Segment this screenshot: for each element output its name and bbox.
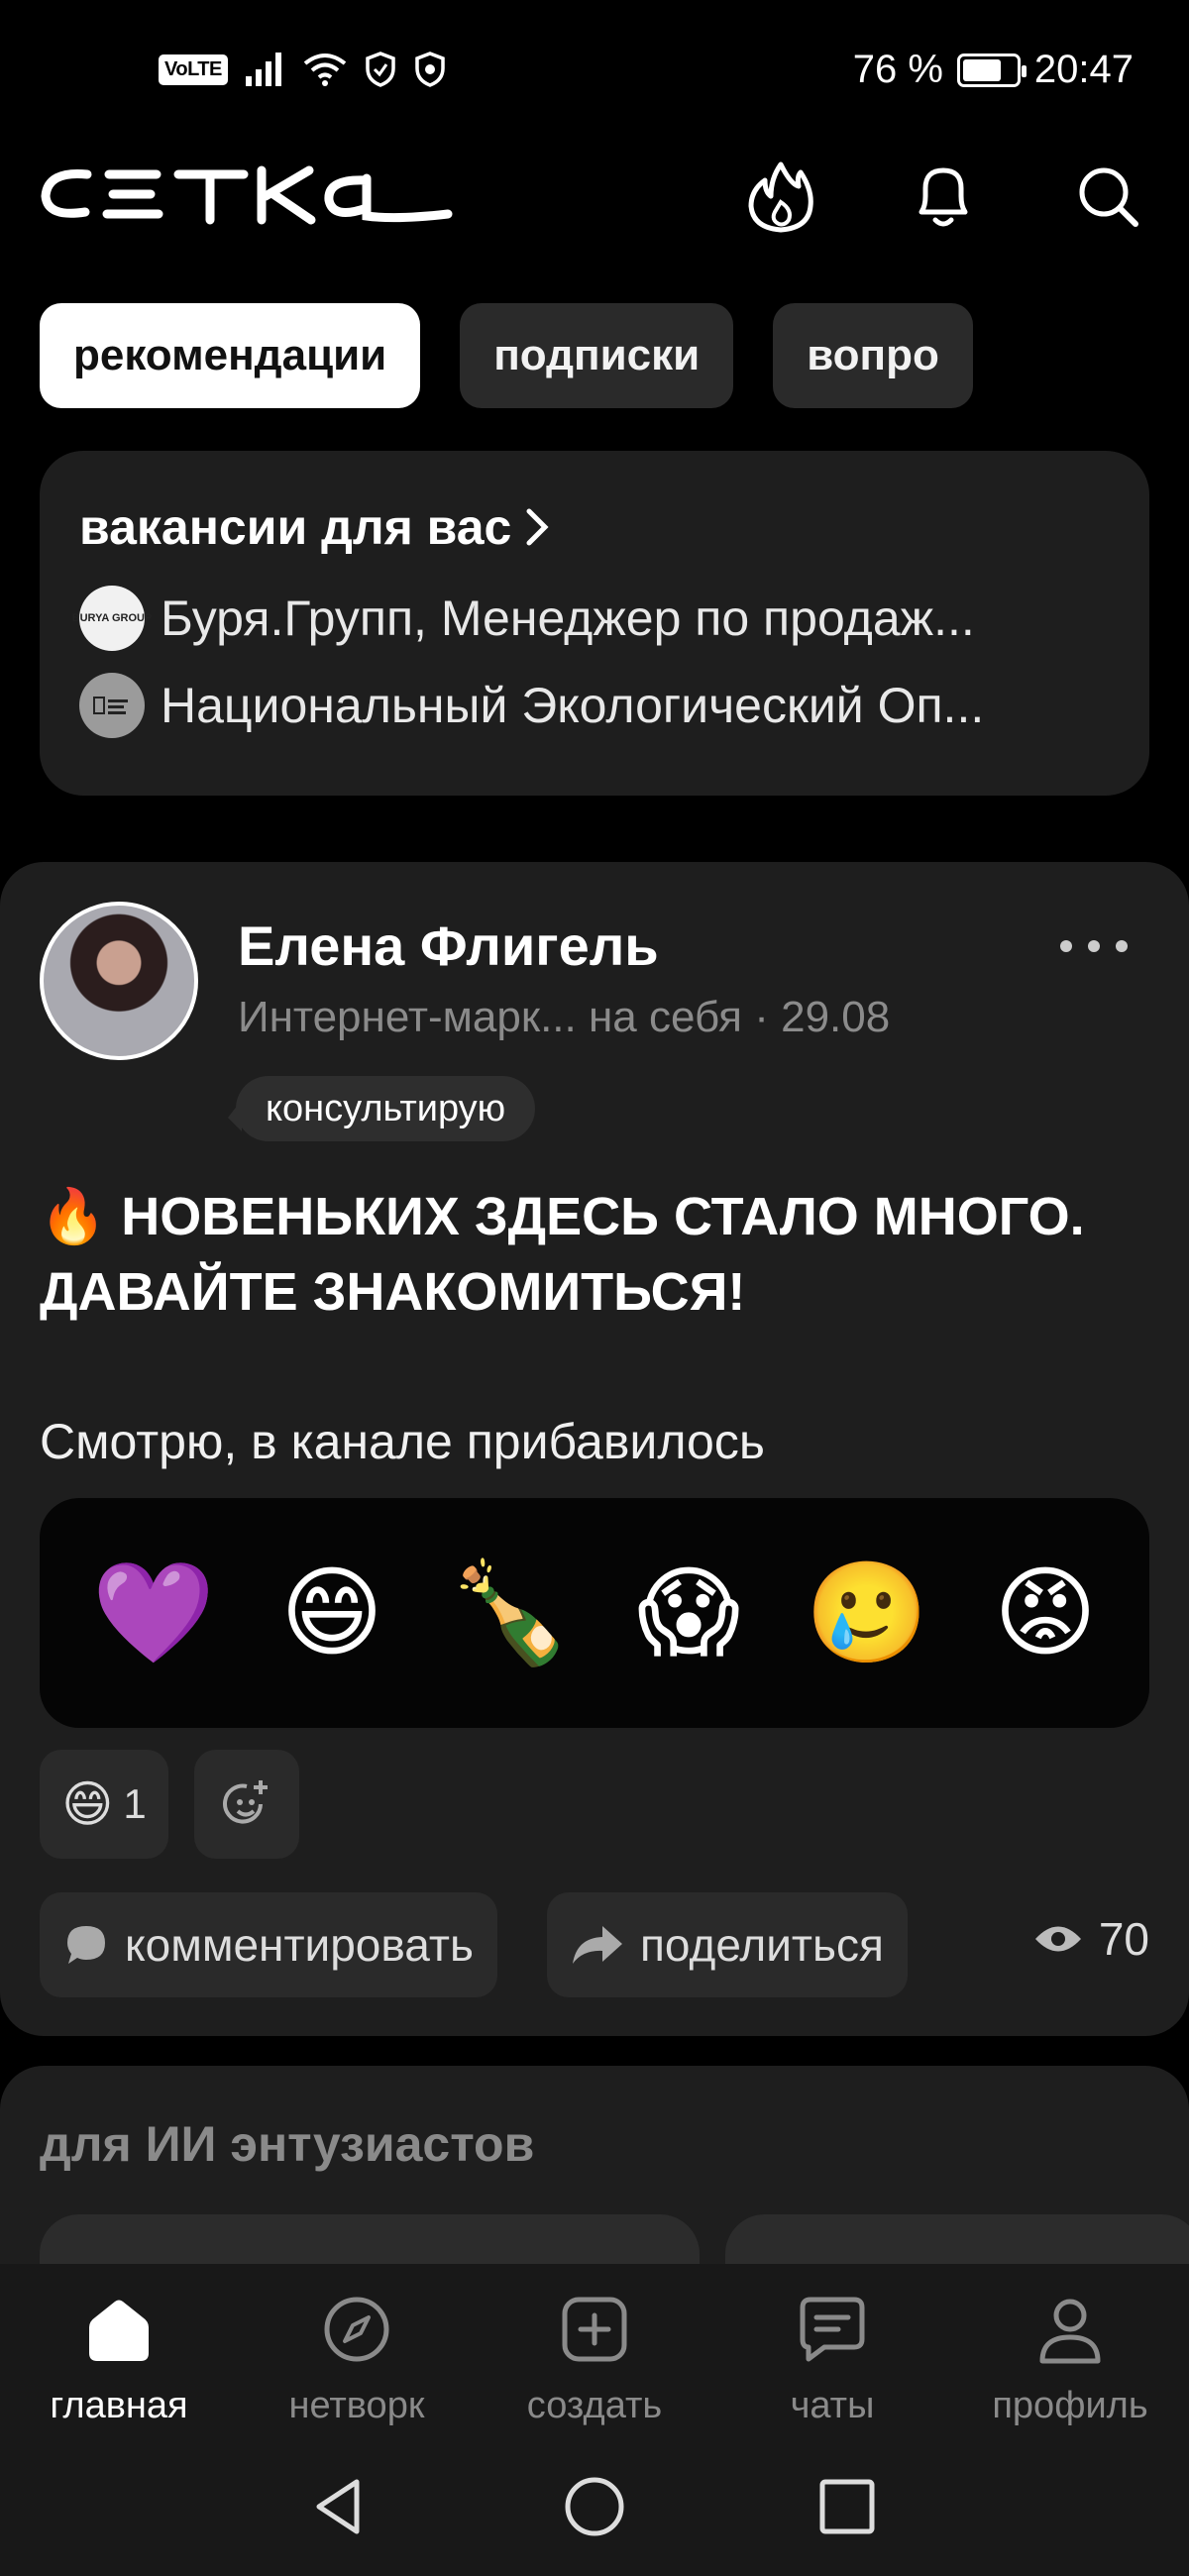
app-logo[interactable] [40, 161, 456, 230]
reaction-tear-smile[interactable]: 🥲 [806, 1563, 929, 1663]
clock: 20:47 [1033, 48, 1134, 91]
section-title: для ИИ энтузиастов [40, 2116, 535, 2172]
post-text[interactable]: Смотрю, в канале прибавилось [40, 1413, 765, 1470]
bell-icon[interactable] [904, 157, 983, 236]
vacancy-text: Национальный Экологический Оп... [161, 678, 985, 733]
reaction-count: 1 [123, 1780, 147, 1827]
nav-chats[interactable]: чаты [733, 2292, 931, 2427]
status-right: 76 % 20:47 [853, 48, 1134, 92]
status-left: VoLTE [159, 52, 446, 87]
vacancy-item[interactable]: BURYA GROUP Буря.Групп, Менеджер по прод… [72, 586, 975, 651]
post-card: Елена Флигель Интернет-марк... на себя ·… [0, 862, 1189, 2036]
post-author[interactable]: Елена Флигель [238, 913, 659, 978]
nav-label: нетворк [288, 2385, 425, 2426]
vacancies-title-text: вакансии для вас [79, 499, 512, 555]
reaction-angry[interactable]: 😡 [994, 1563, 1097, 1663]
recents-icon[interactable] [812, 2472, 882, 2541]
system-nav [0, 2442, 1189, 2576]
share-label: поделиться [640, 1919, 884, 1971]
nav-label: главная [50, 2385, 188, 2426]
home-circle-icon[interactable] [560, 2472, 629, 2541]
reaction-grin[interactable]: 😄 [280, 1563, 383, 1663]
home-icon [89, 2300, 149, 2361]
add-reaction-button[interactable] [194, 1750, 299, 1859]
battery-percent: 76 % [852, 48, 943, 91]
plus-square-icon [562, 2297, 627, 2362]
battery-icon [956, 53, 1027, 87]
reaction-count-chip[interactable]: 😄 1 [40, 1750, 168, 1859]
compass-icon [324, 2297, 389, 2362]
company-logo: BURYA GROUP [72, 586, 152, 651]
reaction-champagne[interactable]: 🍾 [449, 1563, 573, 1663]
add-reaction-icon [223, 1780, 268, 1824]
status-bar: VoLTE 76 % 20:47 [0, 0, 1189, 149]
views-value: 70 [1098, 1913, 1149, 1965]
wifi-icon [303, 54, 347, 86]
nav-label: создать [526, 2385, 663, 2426]
status-bubble: консультирую [227, 1076, 536, 1141]
chat-icon [800, 2297, 865, 2362]
reaction-emoji: 😄 [61, 1776, 114, 1832]
fire-icon[interactable] [741, 157, 820, 236]
view-count: 70 [1033, 1912, 1149, 1966]
more-icon[interactable] [1054, 931, 1134, 961]
tab-subscriptions[interactable]: подписки [460, 303, 734, 408]
share-icon [573, 1926, 622, 1964]
reaction-picker: 💜 😄 🍾 😱 🥲 😡 [40, 1498, 1149, 1728]
nav-network[interactable]: нетворк [258, 2292, 456, 2427]
tab-questions[interactable]: вопро [773, 303, 973, 408]
search-icon[interactable] [1068, 157, 1147, 236]
reaction-scream[interactable]: 😱 [637, 1563, 740, 1663]
company-logo [79, 673, 145, 738]
nav-label: чаты [790, 2385, 875, 2426]
back-icon[interactable] [305, 2472, 375, 2541]
share-button[interactable]: поделиться [547, 1892, 908, 1997]
reaction-heart[interactable]: 💜 [92, 1563, 216, 1663]
signal-icon [245, 53, 281, 86]
feed-tabs: рекомендации подписки вопро [40, 303, 973, 408]
chevron-right-icon [526, 508, 549, 546]
eye-icon [1034, 1926, 1081, 1952]
tab-recommendations[interactable]: рекомендации [40, 303, 421, 408]
comment-button[interactable]: комментировать [40, 1892, 497, 1997]
nav-home[interactable]: главная [20, 2292, 218, 2427]
nav-label: профиль [992, 2385, 1148, 2426]
shield-icon [415, 52, 445, 87]
vacancy-text: Буря.Групп, Менеджер по продаж... [161, 590, 975, 646]
comment-icon [67, 1926, 105, 1964]
nav-profile[interactable]: профиль [971, 2292, 1169, 2427]
nav-create[interactable]: создать [495, 2292, 694, 2427]
post-title: 🔥 НОВЕНЬКИХ ЗДЕСЬ СТАЛО МНОГО. ДАВАЙТЕ З… [40, 1187, 1085, 1322]
shield-icon [366, 52, 395, 87]
post-meta: Интернет-марк... на себя · 29.08 [238, 993, 891, 1041]
avatar[interactable] [40, 902, 198, 1060]
volte-badge: VoLTE [159, 54, 228, 85]
vacancies-card[interactable]: вакансии для вас BURYA GROUP Буря.Групп,… [40, 451, 1149, 796]
vacancies-title[interactable]: вакансии для вас [79, 498, 551, 556]
person-icon [1039, 2299, 1101, 2364]
app-header [0, 149, 1189, 268]
vacancy-item[interactable]: Национальный Экологический Оп... [79, 673, 984, 738]
bottom-nav: главная нетворк создать чаты профиль [0, 2264, 1189, 2442]
comment-label: комментировать [125, 1919, 474, 1971]
